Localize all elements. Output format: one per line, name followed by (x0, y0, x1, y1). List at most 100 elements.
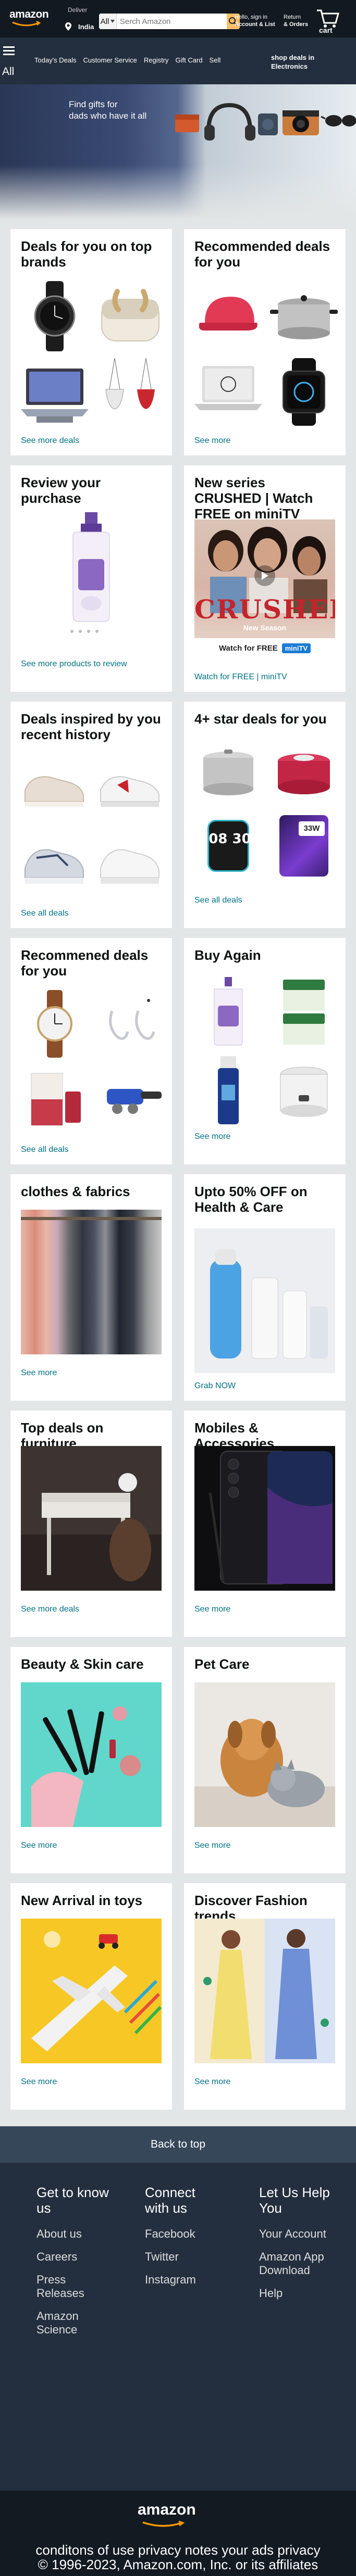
footer-link-instagram[interactable]: Instagram (145, 2273, 223, 2287)
nav-registry[interactable]: Registry (144, 56, 169, 64)
footer-link-about-us[interactable]: About us (36, 2227, 115, 2241)
pet-care-image[interactable] (194, 1682, 335, 1827)
see-more-link[interactable]: See more (21, 2077, 57, 2087)
shoe-image[interactable] (21, 754, 89, 816)
footer-link-help[interactable]: Help (259, 2287, 342, 2300)
crushed-poster[interactable]: CRUSHED New Season Watch for FREE miniTV (194, 519, 335, 658)
amazon-smile-icon (12, 21, 41, 27)
footer-link-careers[interactable]: Careers (36, 2250, 115, 2264)
see-all-deals-link[interactable]: See all deals (21, 1145, 69, 1154)
see-more-deals-link[interactable]: See more deals (21, 436, 79, 446)
account-menu[interactable]: Hello, sign in Account & List (235, 14, 275, 28)
hanging-planters-image[interactable] (96, 358, 164, 426)
cart-label[interactable]: cart (319, 26, 333, 34)
earbuds-image[interactable] (96, 281, 164, 351)
shoe-image[interactable] (96, 754, 164, 816)
hero-banner[interactable]: Find gifts for dads who have it all (0, 84, 356, 220)
watch-image[interactable] (21, 281, 89, 351)
furniture-image[interactable] (21, 1446, 162, 1591)
shoe-image[interactable] (21, 827, 89, 894)
nav-todays-deals[interactable]: Today's Deals (34, 56, 77, 64)
carousel-dot[interactable] (79, 630, 82, 633)
carousel-dot[interactable] (95, 630, 99, 633)
carousel-dot[interactable] (87, 630, 90, 633)
card-furniture: Top deals on furniture See more deals (10, 1411, 172, 1637)
chevron-down-icon (111, 20, 115, 23)
see-more-link[interactable]: See more (194, 436, 230, 446)
returns-orders-link[interactable]: Return & Orders (284, 14, 308, 28)
smartwatch-tile[interactable]: 08 30 (194, 812, 262, 880)
laptop-stand-image[interactable] (21, 358, 89, 426)
nav-gift-card[interactable]: Gift Card (176, 56, 203, 64)
rice-cooker-image[interactable] (270, 1054, 338, 1126)
see-more-link[interactable]: See more (194, 2077, 230, 2087)
orders-label: & Orders (284, 21, 309, 28)
card-title: Recommended deals for you (194, 238, 330, 270)
perfume-box-image[interactable] (21, 1068, 89, 1131)
cream-jars-image[interactable] (270, 974, 338, 1047)
lotion-bottle-image[interactable] (194, 974, 262, 1047)
footer-link-your-account[interactable]: Your Account (259, 2227, 342, 2241)
beauty-products-image[interactable] (21, 1682, 162, 1827)
amazon-logo[interactable]: amazon (9, 8, 49, 21)
all-menu-label[interactable]: All (2, 66, 14, 78)
deodorant-image[interactable] (194, 1054, 262, 1126)
location-pin-icon[interactable] (65, 22, 72, 31)
footer-column-help: Let Us Help You Your Account Amazon App … (259, 2185, 342, 2309)
carousel-dot[interactable] (70, 630, 73, 633)
see-more-link[interactable]: See more (194, 1841, 230, 1850)
body-lotion-image[interactable] (60, 512, 122, 624)
poster-cta-text: Watch for FREE (218, 643, 278, 653)
see-more-link[interactable]: See more (21, 1368, 57, 1378)
footer-link-press-releases[interactable]: Press Releases (36, 2273, 115, 2300)
phone-tile[interactable]: 33W (270, 812, 338, 880)
nav-sell[interactable]: Sell (210, 56, 221, 64)
watch-time-text: 08 30 (208, 831, 251, 847)
see-more-link[interactable]: See more (194, 1605, 230, 1614)
cap-image[interactable] (194, 281, 262, 351)
nav-customer-service[interactable]: Customer Service (83, 56, 137, 64)
mobile-phone-image[interactable] (194, 1446, 335, 1591)
delivery-location[interactable]: India (78, 23, 94, 31)
see-more-deals-link[interactable]: See more deals (21, 1605, 79, 1614)
chain-cleaner-image[interactable] (96, 1068, 164, 1131)
footer-link-twitter[interactable]: Twitter (145, 2250, 223, 2264)
search-category-select[interactable]: All (99, 14, 117, 29)
legal-links-line[interactable]: conditons of use privacy notes your ads … (0, 2543, 356, 2557)
casserole-image[interactable] (270, 742, 338, 805)
footer-column-title: Connect with us (145, 2185, 195, 2216)
footer-link-app-download[interactable]: Amazon App Download (259, 2250, 342, 2277)
smartwatch-image[interactable] (270, 358, 338, 426)
see-more-link[interactable]: See more (21, 1841, 57, 1850)
card-title: New Arrival in toys (21, 1893, 143, 1908)
play-button[interactable] (254, 565, 275, 586)
see-all-deals-link[interactable]: See all deals (21, 909, 69, 918)
desk-shapes (21, 1446, 162, 1591)
search-input[interactable] (116, 14, 227, 29)
cookware-image[interactable] (270, 281, 338, 351)
poster-cta: Watch for FREE miniTV (194, 638, 335, 658)
footer-bottom: amazon conditons of use privacy notes yo… (0, 2491, 356, 2576)
fashion-image[interactable] (194, 1919, 335, 2063)
see-more-products-to-review-link[interactable]: See more products to review (21, 659, 127, 669)
watch-free-minitv-link[interactable]: Watch for FREE | miniTV (194, 672, 287, 682)
card-title: Review your purchase (21, 475, 101, 506)
returns-label: Return (284, 14, 301, 20)
footer-link-facebook[interactable]: Facebook (145, 2227, 223, 2241)
fabrics-image[interactable] (21, 1210, 162, 1354)
wristwatch-image[interactable] (21, 990, 89, 1058)
see-more-link[interactable]: See more (194, 1132, 230, 1141)
footer-link-amazon-science[interactable]: Amazon Science (36, 2309, 115, 2337)
see-all-deals-link[interactable]: See all deals (194, 896, 242, 905)
footer-amazon-logo[interactable]: amazon (138, 2501, 196, 2519)
earrings-image[interactable] (96, 990, 164, 1058)
back-to-top-button[interactable]: Back to top (0, 2126, 356, 2163)
electronics-promo-link[interactable]: shop deals in Electronics (271, 53, 314, 71)
steel-container-image[interactable] (194, 742, 262, 805)
shoe-image[interactable] (96, 827, 164, 894)
laptop-image[interactable] (194, 358, 262, 426)
health-products-image[interactable] (194, 1228, 335, 1373)
grab-now-link[interactable]: Grab NOW (194, 1381, 236, 1391)
toys-image[interactable] (21, 1919, 162, 2063)
hamburger-menu-icon[interactable] (3, 46, 15, 55)
